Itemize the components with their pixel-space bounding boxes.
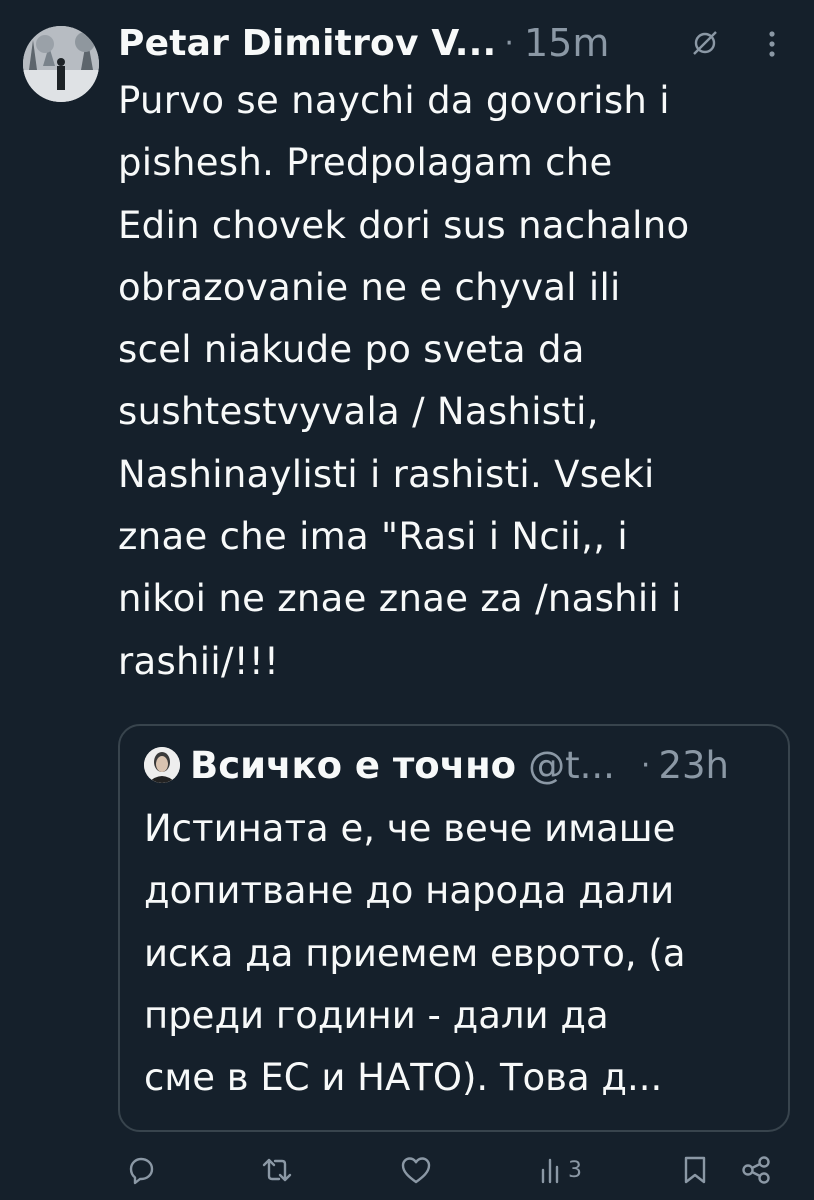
- reply-button[interactable]: [126, 1148, 156, 1192]
- views-button[interactable]: 3: [540, 1148, 582, 1192]
- views-count: 3: [568, 1157, 582, 1183]
- author-avatar[interactable]: [23, 26, 99, 102]
- views-icon: [541, 1158, 559, 1184]
- share-icon: [742, 1156, 770, 1184]
- quoted-tweet-timestamp[interactable]: 23h: [658, 744, 729, 787]
- author-name[interactable]: Petar Dimitrov V...: [118, 23, 496, 64]
- like-icon: [401, 1157, 431, 1184]
- more-icon[interactable]: [766, 30, 778, 58]
- author-avatar-image: [23, 26, 99, 102]
- quoted-header-separator: ·: [640, 747, 651, 783]
- like-button[interactable]: [400, 1148, 432, 1192]
- tweet-text: Purvo se naychi da govorish i pishesh. P…: [118, 79, 690, 683]
- retweet-icon: [262, 1158, 292, 1182]
- reply-icon: [129, 1157, 154, 1185]
- quoted-tweet-header: Всичко е точно @t... · 23h: [144, 740, 768, 790]
- share-button[interactable]: [740, 1148, 772, 1192]
- tweet-header: Petar Dimitrov V... · 15m: [118, 18, 784, 68]
- tweet-timestamp[interactable]: 15m: [524, 21, 609, 65]
- bookmark-icon: [684, 1156, 706, 1184]
- quoted-author-name[interactable]: Всичко е точно: [190, 744, 516, 787]
- quoted-author-avatar: [144, 747, 180, 783]
- quoted-author-handle[interactable]: @t...: [528, 744, 615, 787]
- tweet-actions: 3: [0, 1148, 814, 1192]
- bookmark-button[interactable]: [682, 1148, 708, 1192]
- header-separator: ·: [504, 25, 514, 61]
- quoted-tweet[interactable]: Всичко е точно @t... · 23h Истината е, ч…: [118, 724, 790, 1132]
- quoted-tweet-text: Истината е, че вече имаше допитване до н…: [144, 807, 686, 1100]
- grok-icon[interactable]: [690, 28, 720, 58]
- retweet-button[interactable]: [260, 1148, 294, 1192]
